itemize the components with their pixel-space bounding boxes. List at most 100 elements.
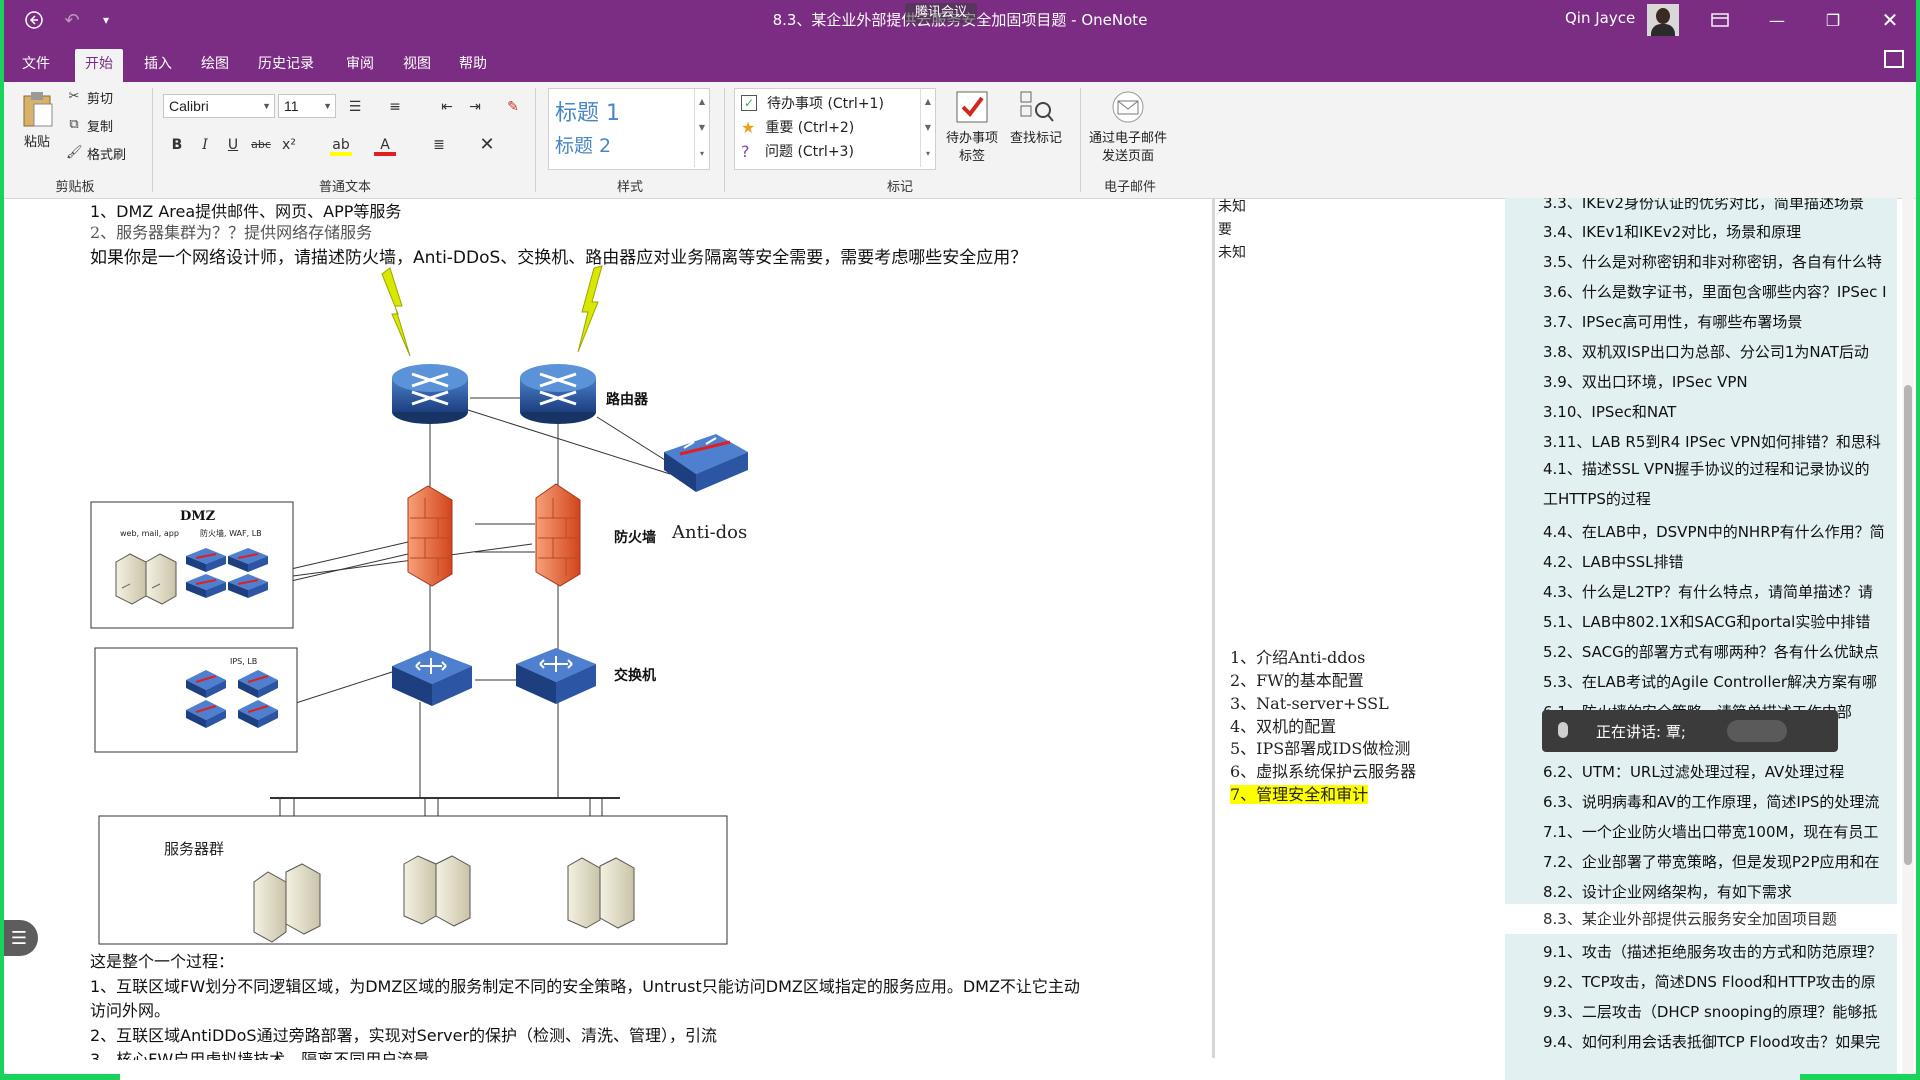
close-icon[interactable]: ✕ (1870, 6, 1910, 34)
ips-lb-zone (94, 647, 298, 753)
font-color-icon[interactable]: A (374, 134, 396, 156)
page-list-item[interactable]: 3.6、什么是数字证书，里面包含哪些内容？IPSec I (1543, 281, 1893, 302)
tag-important[interactable]: ★ 重要 (Ctrl+2) (741, 117, 854, 137)
paste-button[interactable]: 粘贴 (16, 90, 58, 152)
tab-history[interactable]: 历史记录 (248, 49, 324, 82)
styles-scroll[interactable]: ▲ ▼ ▾ (694, 89, 709, 167)
tab-view[interactable]: 视图 (393, 49, 441, 82)
font-size-select[interactable]: 11 ▼ (278, 94, 336, 118)
tag-todo[interactable]: ✓ 待办事项 (Ctrl+1) (741, 93, 884, 113)
page-list-item[interactable]: 9.4、如何利用会话表抵御TCP Flood攻击？如果完 (1543, 1031, 1893, 1052)
highlight-icon[interactable]: ab (330, 134, 352, 156)
tag-todo-label: 待办事项 (Ctrl+1) (767, 96, 884, 112)
style-heading-2[interactable]: 标题 2 (555, 131, 611, 158)
strikethrough-icon[interactable]: abc (250, 134, 272, 156)
envelope-icon (1112, 91, 1144, 123)
tab-insert[interactable]: 插入 (134, 49, 182, 82)
paste-label: 粘贴 (23, 135, 50, 150)
delete-icon[interactable]: ✕ (476, 134, 498, 156)
tab-home[interactable]: 开始 (75, 49, 123, 82)
page-list-item[interactable]: 3.3、IKEv2身份认证的优劣对比，简单描述场景 (1543, 198, 1893, 213)
page-list-scroll-thumb[interactable] (1904, 385, 1912, 865)
bullets-icon[interactable]: ☰ (344, 96, 366, 118)
quick-access-chevron-icon[interactable]: ▾ (92, 6, 120, 34)
page-list-item[interactable]: 5.3、在LAB考试的Agile Controller解决方案有哪 (1543, 671, 1893, 692)
tab-draw[interactable]: 绘图 (191, 49, 239, 82)
process-line-2: 2、互联区域AntiDDoS通过旁路部署，实现对Server的保护（检测、清洗、… (90, 1026, 718, 1045)
minimize-icon[interactable]: — (1757, 6, 1797, 34)
bold-icon[interactable]: B (166, 134, 188, 156)
share-frame-bottom-left (0, 1074, 120, 1080)
page-list-item[interactable]: 3.8、双机双ISP出口为总部、分公司1为NAT后动 (1543, 341, 1893, 362)
dmz-servers (115, 553, 177, 605)
process-title: 这是整个一个过程： (90, 952, 235, 971)
page-list-item[interactable]: 6.3、说明病毒和AV的工作原理，简述IPS的处理流 (1543, 791, 1893, 812)
user-name[interactable]: Qin Jayce (1565, 9, 1635, 27)
firewall-left (407, 485, 453, 587)
underline-icon[interactable]: U (222, 134, 244, 156)
page-list-item[interactable]: 3.5、什么是对称密钥和非对称密钥，各自有什么特 (1543, 251, 1893, 272)
cut-button[interactable]: ✂ 剪切 (66, 86, 113, 108)
share-frame-right (1916, 0, 1920, 1080)
increase-indent-icon[interactable]: ⇥ (464, 96, 486, 118)
find-tags-button[interactable]: 查找标记 (1004, 90, 1068, 148)
styles-gallery[interactable]: 标题 1 标题 2 ▲ ▼ ▾ (548, 88, 710, 170)
todo-tag-button[interactable]: 待办事项标签 (940, 90, 1004, 166)
back-icon[interactable] (20, 6, 48, 34)
align-icon[interactable]: ≣ (428, 134, 450, 156)
copy-button[interactable]: ⧉ 复制 (66, 114, 113, 136)
page-list-item[interactable]: 5.2、SACG的部署方式有哪两种？各有什么优缺点 (1543, 641, 1893, 662)
speaking-indicator: 正在讲话: 覃; (1542, 710, 1838, 752)
ribbon: 粘贴 ✂ 剪切 ⧉ 复制 🖌 格式刷 剪贴板 Calibri ▼ 11 ▼ ☰ ≡ ⇤ ⇥… (0, 82, 1920, 199)
restore-icon[interactable]: ❐ (1813, 6, 1853, 34)
clear-format-icon[interactable]: ✎ (502, 96, 524, 118)
tag-question[interactable]: ? 问题 (Ctrl+3) (741, 141, 854, 161)
styles-group-label: 样式 (616, 180, 643, 195)
meeting-badge: 腾讯会议 (905, 3, 978, 23)
page-separator (1212, 198, 1215, 1058)
tags-scroll[interactable]: ▲ ▼ ▾ (920, 89, 935, 167)
avatar[interactable] (1647, 4, 1679, 36)
tags-gallery[interactable]: ✓ 待办事项 (Ctrl+1) ★ 重要 (Ctrl+2) ? 问题 (Ctrl+3)… (734, 88, 936, 170)
numbering-icon[interactable]: ≡ (384, 96, 406, 118)
page-list-item[interactable]: 3.10、IPSec和NAT (1543, 401, 1893, 422)
page-list-item[interactable]: 4.4、在LAB中，DSVPN中的NHRP有什么作用？简 (1543, 521, 1893, 542)
process-line-1b: 访问外网。 (90, 1001, 171, 1020)
ribbon-display-icon[interactable] (1700, 6, 1740, 34)
format-painter-button[interactable]: 🖌 格式刷 (66, 142, 126, 164)
style-heading-1[interactable]: 标题 1 (555, 95, 620, 127)
star-icon: ★ (741, 117, 756, 137)
page-list: 3.3、IKEv2身份认证的优劣对比，简单描述场景 3.4、IKEv1和IKEv… (1505, 198, 1897, 1080)
page-list-item[interactable]: 7.2、企业部署了带宽策略，但是发现P2P应用和在 (1543, 851, 1893, 872)
speaking-label: 正在讲话: 覃; (1596, 722, 1686, 741)
page-list-item[interactable]: 8.2、设计企业网络架构，有如下需求 (1543, 881, 1893, 902)
page-list-item[interactable]: 3.11、LAB R5到R4 IPSec VPN如何排错？和思科 (1543, 431, 1893, 452)
page-list-item-active[interactable]: 8.3、某企业外部提供云服务安全加固项目题 (1505, 904, 1897, 934)
undo-icon[interactable]: ↶ (58, 6, 86, 34)
tab-review[interactable]: 审阅 (336, 49, 384, 82)
share-frame-bottom-right (1800, 1074, 1920, 1080)
email-page-button[interactable]: 通过电子邮件发送页面 (1088, 90, 1168, 166)
page-list-item[interactable]: 5.1、LAB中802.1X和SACG和portal实验中排错 (1543, 611, 1893, 632)
page-list-item[interactable]: 9.2、TCP攻击，简述DNS Flood和HTTP攻击的原 (1543, 971, 1893, 992)
tab-help[interactable]: 帮助 (449, 49, 497, 82)
font-name-select[interactable]: Calibri ▼ (163, 94, 275, 118)
page-list-item[interactable]: 3.9、双出口环境，IPSec VPN (1543, 371, 1893, 392)
page-list-item[interactable]: 4.2、LAB中SSL排错 (1543, 551, 1893, 572)
tab-file[interactable]: 文件 (12, 49, 60, 82)
side-note-unknown: 未知 (1218, 245, 1246, 261)
navigation-toggle-icon[interactable]: ☰ (0, 920, 38, 956)
page-list-item[interactable]: 3.4、IKEv1和IKEv2对比，场景和原理 (1543, 221, 1893, 242)
page-list-item[interactable]: 4.1、描述SSL VPN握手协议的过程和记录协议的工HTTPS的过程 (1543, 454, 1883, 514)
decrease-indent-icon[interactable]: ⇤ (436, 96, 458, 118)
page-list-item[interactable]: 4.3、什么是L2TP？有什么特点，请简单描述？请 (1543, 581, 1893, 602)
superscript-icon[interactable]: x² (278, 134, 300, 156)
notebook-pane-icon[interactable] (1884, 50, 1904, 68)
page-list-item[interactable]: 9.3、二层攻击（DHCP snooping的原理？能够抵 (1543, 1001, 1893, 1022)
italic-icon[interactable]: I (194, 134, 216, 156)
page-list-item[interactable]: 7.1、一个企业防火墙出口带宽100M，现在有员工 (1543, 821, 1893, 842)
page-list-item[interactable]: 9.1、攻击（描述拒绝服务攻击的方式和防范原理？ (1543, 941, 1893, 962)
page-list-item[interactable]: 3.7、IPSec高可用性，有哪些布署场景 (1543, 311, 1893, 332)
page-list-item[interactable]: 6.2、UTM：URL过滤处理过程，AV处理过程 (1543, 761, 1893, 782)
find-tags-icon (1020, 91, 1054, 122)
